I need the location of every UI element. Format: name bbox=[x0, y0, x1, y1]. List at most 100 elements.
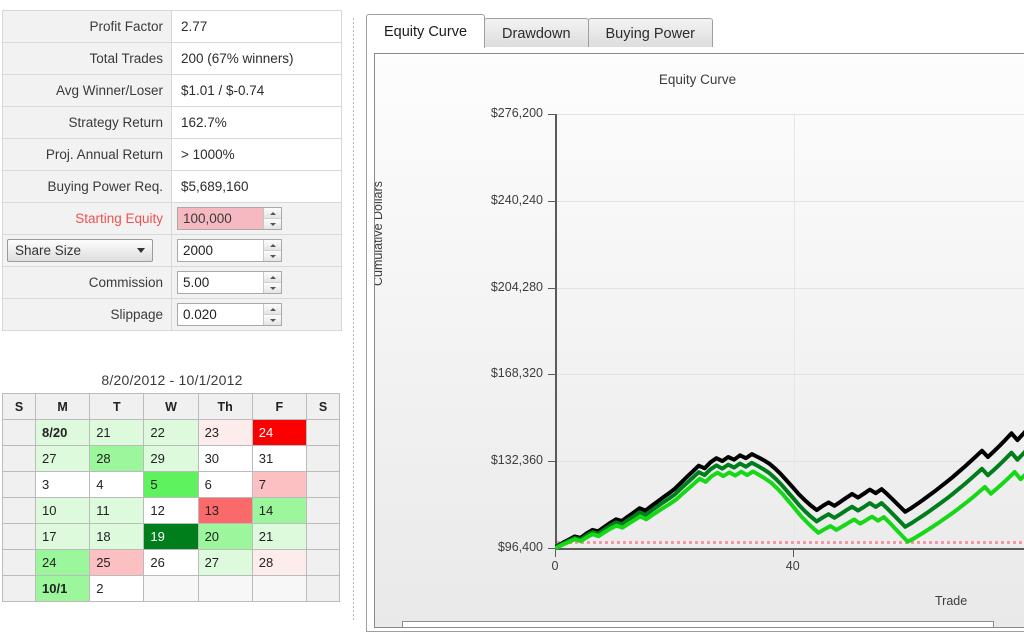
calendar-day-cell[interactable]: 6 bbox=[197, 471, 253, 498]
backtest-results-window: Profit Factor 2.77 Total Trades 200 (67% wi… bbox=[0, 0, 1024, 640]
stepper-value[interactable]: 100,000 bbox=[178, 208, 263, 229]
calendar-day-cell[interactable]: 27 bbox=[197, 549, 253, 576]
y-axis-tick-label: $168,320 bbox=[490, 366, 543, 381]
calendar-day-cell[interactable]: 3 bbox=[34, 471, 91, 498]
stats-row: Avg Winner/Loser $1.01 / $-0.74 bbox=[2, 74, 342, 107]
calendar-empty-cell bbox=[2, 523, 36, 550]
y-axis-title: Cumulative Dollars bbox=[374, 181, 385, 286]
tab-drawdown[interactable]: Drawdown bbox=[484, 18, 589, 48]
stats-label: Starting Equity bbox=[2, 202, 172, 235]
stats-row: Profit Factor 2.77 bbox=[2, 10, 342, 43]
calendar-day-cell[interactable]: 4 bbox=[89, 471, 145, 498]
stepper-down-button[interactable] bbox=[264, 251, 281, 261]
calendar-day-cell[interactable]: 10/1 bbox=[34, 575, 91, 602]
calendar-empty-cell bbox=[2, 445, 36, 472]
calendar-empty-cell bbox=[306, 549, 340, 576]
calendar-empty-cell bbox=[306, 575, 340, 602]
stats-label: Slippage bbox=[2, 298, 172, 331]
calendar-week-row: 10 11 12 13 14 bbox=[2, 497, 340, 524]
stats-value-cell: 5.00 bbox=[171, 266, 342, 299]
calendar-day-cell[interactable]: 25 bbox=[89, 549, 145, 576]
y-axis-tick-label: $204,280 bbox=[490, 279, 543, 294]
calendar-day-cell[interactable]: 14 bbox=[251, 497, 308, 524]
calendar-day-cell[interactable]: 13 bbox=[197, 497, 253, 524]
calendar-day-cell[interactable]: 22 bbox=[143, 419, 199, 446]
stepper-value[interactable]: 2000 bbox=[178, 240, 263, 261]
calendar-day-cell[interactable]: 11 bbox=[89, 497, 145, 524]
left-panel: Profit Factor 2.77 Total Trades 200 (67% wi… bbox=[0, 0, 347, 640]
stats-value: 200 (67% winners) bbox=[171, 42, 342, 75]
tab-buying-power[interactable]: Buying Power bbox=[587, 18, 713, 48]
stepper-value[interactable]: 0.020 bbox=[178, 304, 263, 325]
stats-label: Commission bbox=[2, 266, 172, 299]
stats-value: 2.77 bbox=[171, 10, 342, 43]
y-axis-tick-label: $240,240 bbox=[490, 192, 543, 207]
calendar-day-cell[interactable]: 24 bbox=[34, 549, 91, 576]
calendar-day-cell[interactable]: 8/20 bbox=[34, 419, 91, 446]
calendar-empty-cell bbox=[2, 471, 36, 498]
stats-row: Proj. Annual Return > 1000% bbox=[2, 138, 342, 171]
stats-value: 162.7% bbox=[171, 106, 342, 139]
chevron-down-icon bbox=[137, 248, 145, 253]
panel-splitter[interactable] bbox=[349, 0, 358, 640]
calendar-day-cell[interactable]: 29 bbox=[143, 445, 199, 472]
share-size-dropdown-label: Share Size bbox=[15, 243, 82, 258]
numeric-stepper[interactable]: 0.020 bbox=[177, 303, 282, 326]
calendar-week-row: 24 25 26 27 28 bbox=[2, 549, 340, 576]
calendar-week-row: 10/1 2 bbox=[2, 575, 340, 602]
stepper-buttons bbox=[263, 240, 281, 261]
calendar-header-t: T bbox=[89, 393, 145, 420]
calendar-day-cell[interactable]: 23 bbox=[197, 419, 253, 446]
calendar-week-row: 8/20 21 22 23 24 bbox=[2, 419, 340, 446]
stepper-down-button[interactable] bbox=[264, 315, 281, 325]
calendar-empty-cell bbox=[2, 575, 36, 602]
stepper-up-button[interactable] bbox=[264, 240, 281, 251]
calendar-day-cell[interactable]: 28 bbox=[89, 445, 145, 472]
stats-label: Total Trades bbox=[2, 42, 172, 75]
calendar-day-cell[interactable]: 20 bbox=[197, 523, 253, 550]
calendar-day-cell[interactable]: 31 bbox=[251, 445, 308, 472]
chart-frame: Equity Curve $96,400 $132,360 $168,320 $204… bbox=[366, 47, 1024, 632]
calendar-day-cell[interactable]: 2 bbox=[89, 575, 145, 602]
calendar-day-cell[interactable]: 18 bbox=[89, 523, 145, 550]
calendar-day-cell[interactable]: 19 bbox=[143, 523, 199, 550]
tab-equity-curve[interactable]: Equity Curve bbox=[366, 14, 486, 48]
chart-title: Equity Curve bbox=[658, 72, 737, 87]
calendar-day-cell[interactable]: 21 bbox=[251, 523, 308, 550]
x-axis-tick-label: 80 bbox=[1000, 559, 1024, 573]
stats-label: Strategy Return bbox=[2, 106, 172, 139]
calendar-day-cell[interactable]: 10 bbox=[34, 497, 91, 524]
stepper-value[interactable]: 5.00 bbox=[178, 272, 263, 293]
stats-row: Commission 5.00 bbox=[2, 266, 342, 299]
stats-row: Total Trades 200 (67% winners) bbox=[2, 42, 342, 75]
stepper-up-button[interactable] bbox=[264, 304, 281, 315]
chart-tabstrip: Equity Curve Drawdown Buying Power bbox=[366, 14, 713, 48]
series-line bbox=[555, 430, 1024, 549]
stats-label: Profit Factor bbox=[2, 10, 172, 43]
stats-row: Strategy Return 162.7% bbox=[2, 106, 342, 139]
calendar-day-cell[interactable]: 28 bbox=[251, 549, 308, 576]
numeric-stepper[interactable]: 100,000 bbox=[177, 207, 282, 230]
share-size-dropdown[interactable]: Share Size bbox=[7, 239, 153, 262]
stepper-buttons bbox=[263, 272, 281, 293]
stepper-down-button[interactable] bbox=[264, 283, 281, 293]
calendar-day-cell[interactable]: 21 bbox=[89, 419, 145, 446]
stats-label: Proj. Annual Return bbox=[2, 138, 172, 171]
stepper-up-button[interactable] bbox=[264, 272, 281, 283]
calendar-day-cell[interactable]: 24 bbox=[251, 419, 308, 446]
stats-value: $5,689,160 bbox=[171, 170, 342, 203]
stepper-up-button[interactable] bbox=[264, 208, 281, 219]
calendar-day-cell[interactable]: 7 bbox=[251, 471, 308, 498]
numeric-stepper[interactable]: 2000 bbox=[177, 239, 282, 262]
numeric-stepper[interactable]: 5.00 bbox=[177, 271, 282, 294]
calendar-header-w: W bbox=[143, 393, 199, 420]
calendar-day-cell[interactable]: 30 bbox=[197, 445, 253, 472]
calendar-date-range: 8/20/2012 - 10/1/2012 bbox=[101, 372, 243, 388]
calendar-day-cell[interactable]: 5 bbox=[143, 471, 199, 498]
stepper-down-button[interactable] bbox=[264, 219, 281, 229]
calendar-day-cell[interactable]: 17 bbox=[34, 523, 91, 550]
calendar-day-cell[interactable]: 12 bbox=[143, 497, 199, 524]
chart-panel: Equity Curve Drawdown Buying Power Equity … bbox=[358, 0, 1024, 640]
calendar-day-cell[interactable]: 26 bbox=[143, 549, 199, 576]
calendar-day-cell[interactable]: 27 bbox=[34, 445, 91, 472]
